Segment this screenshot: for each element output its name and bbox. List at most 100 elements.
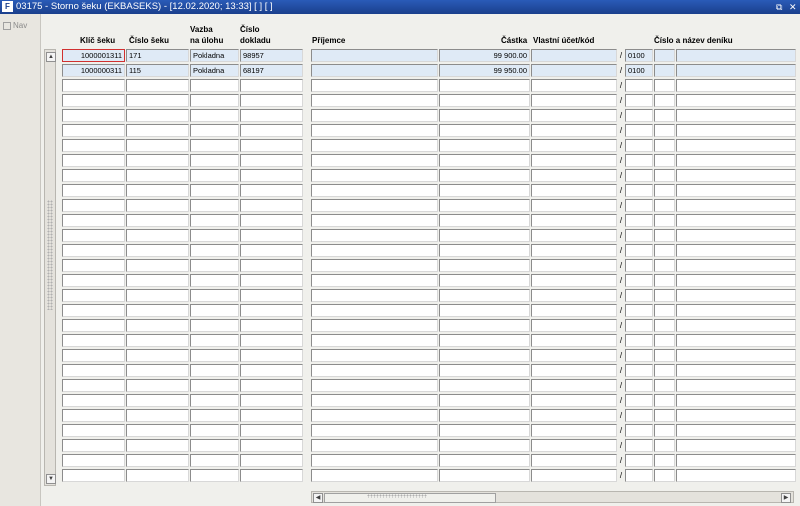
cell-vazba[interactable] xyxy=(190,199,239,212)
cell-klic-seku[interactable] xyxy=(62,79,125,92)
cell-cislo-seku[interactable] xyxy=(126,334,189,347)
cell-klic-seku[interactable] xyxy=(62,214,125,227)
cell-vazba[interactable] xyxy=(190,454,239,467)
cell-cislo-seku[interactable] xyxy=(126,409,189,422)
cell-vazba[interactable] xyxy=(190,409,239,422)
cell-cislo-seku[interactable] xyxy=(126,379,189,392)
cell-denik-nazev[interactable] xyxy=(676,439,796,452)
cell-klic-seku[interactable] xyxy=(62,454,125,467)
cell-vazba[interactable] xyxy=(190,229,239,242)
cell-prijemce[interactable] xyxy=(311,169,438,182)
cell-prijemce[interactable] xyxy=(311,454,438,467)
cell-vlastni-ucet[interactable] xyxy=(531,409,617,422)
cell-kod[interactable] xyxy=(625,79,653,92)
cell-castka[interactable] xyxy=(439,334,530,347)
cell-castka[interactable] xyxy=(439,409,530,422)
cell-cislo-seku[interactable] xyxy=(126,394,189,407)
cell-denik-nazev[interactable] xyxy=(676,49,796,62)
cell-klic-seku[interactable] xyxy=(62,229,125,242)
cell-cislo-seku[interactable] xyxy=(126,79,189,92)
cell-denik-cislo[interactable] xyxy=(654,379,675,392)
cell-prijemce[interactable] xyxy=(311,409,438,422)
cell-kod[interactable] xyxy=(625,94,653,107)
cell-denik-nazev[interactable] xyxy=(676,334,796,347)
cell-klic-seku[interactable] xyxy=(62,319,125,332)
cell-denik-nazev[interactable] xyxy=(676,139,796,152)
cell-cislo-seku[interactable] xyxy=(126,289,189,302)
cell-denik-cislo[interactable] xyxy=(654,109,675,122)
cell-vlastni-ucet[interactable] xyxy=(531,469,617,482)
cell-cislo-seku[interactable] xyxy=(126,469,189,482)
cell-cislo-seku[interactable]: 171 xyxy=(126,49,189,62)
cell-cislo-dokladu[interactable] xyxy=(240,154,303,167)
cell-vlastni-ucet[interactable] xyxy=(531,394,617,407)
cell-castka[interactable] xyxy=(439,379,530,392)
cell-vlastni-ucet[interactable] xyxy=(531,214,617,227)
cell-cislo-dokladu[interactable] xyxy=(240,364,303,377)
cell-vlastni-ucet[interactable] xyxy=(531,169,617,182)
cell-kod[interactable] xyxy=(625,304,653,317)
cell-cislo-seku[interactable] xyxy=(126,229,189,242)
cell-cislo-seku[interactable] xyxy=(126,169,189,182)
cell-cislo-dokladu[interactable] xyxy=(240,199,303,212)
cell-kod[interactable] xyxy=(625,379,653,392)
scroll-left-icon[interactable]: ◀ xyxy=(313,493,323,503)
cell-cislo-dokladu[interactable] xyxy=(240,454,303,467)
close-icon[interactable]: ✕ xyxy=(789,1,797,13)
cell-kod[interactable] xyxy=(625,454,653,467)
nav-button[interactable]: Nav xyxy=(3,21,27,30)
cell-denik-cislo[interactable] xyxy=(654,214,675,227)
cell-denik-cislo[interactable] xyxy=(654,229,675,242)
cell-denik-nazev[interactable] xyxy=(676,79,796,92)
cell-vazba[interactable] xyxy=(190,94,239,107)
cell-vlastni-ucet[interactable] xyxy=(531,64,617,77)
cell-cislo-dokladu[interactable] xyxy=(240,229,303,242)
cell-castka[interactable] xyxy=(439,229,530,242)
cell-denik-cislo[interactable] xyxy=(654,409,675,422)
cell-vlastni-ucet[interactable] xyxy=(531,79,617,92)
cell-prijemce[interactable] xyxy=(311,124,438,137)
cell-denik-cislo[interactable] xyxy=(654,154,675,167)
cell-vazba[interactable] xyxy=(190,169,239,182)
cell-denik-nazev[interactable] xyxy=(676,109,796,122)
cell-denik-cislo[interactable] xyxy=(654,79,675,92)
cell-vlastni-ucet[interactable] xyxy=(531,199,617,212)
cell-vazba[interactable] xyxy=(190,319,239,332)
cell-cislo-seku[interactable] xyxy=(126,454,189,467)
cell-vlastni-ucet[interactable] xyxy=(531,439,617,452)
cell-vazba[interactable] xyxy=(190,214,239,227)
cell-castka[interactable] xyxy=(439,154,530,167)
cell-klic-seku[interactable] xyxy=(62,334,125,347)
cell-prijemce[interactable] xyxy=(311,349,438,362)
cell-denik-nazev[interactable] xyxy=(676,364,796,377)
cell-kod[interactable] xyxy=(625,289,653,302)
cell-denik-cislo[interactable] xyxy=(654,169,675,182)
cell-denik-nazev[interactable] xyxy=(676,379,796,392)
cell-klic-seku[interactable] xyxy=(62,274,125,287)
cell-kod[interactable] xyxy=(625,469,653,482)
cell-denik-nazev[interactable] xyxy=(676,349,796,362)
cell-castka[interactable] xyxy=(439,289,530,302)
cell-castka[interactable] xyxy=(439,304,530,317)
cell-kod[interactable] xyxy=(625,274,653,287)
cell-cislo-seku[interactable]: 115 xyxy=(126,64,189,77)
cell-cislo-dokladu[interactable] xyxy=(240,79,303,92)
cell-prijemce[interactable] xyxy=(311,109,438,122)
cell-kod[interactable] xyxy=(625,154,653,167)
cell-vazba[interactable] xyxy=(190,274,239,287)
cell-prijemce[interactable] xyxy=(311,334,438,347)
cell-denik-nazev[interactable] xyxy=(676,169,796,182)
cell-vazba[interactable] xyxy=(190,394,239,407)
cell-denik-cislo[interactable] xyxy=(654,349,675,362)
cell-prijemce[interactable] xyxy=(311,469,438,482)
cell-denik-cislo[interactable] xyxy=(654,124,675,137)
cell-cislo-dokladu[interactable] xyxy=(240,409,303,422)
cell-cislo-dokladu[interactable] xyxy=(240,169,303,182)
cell-castka[interactable] xyxy=(439,109,530,122)
cell-denik-cislo[interactable] xyxy=(654,469,675,482)
cell-klic-seku[interactable] xyxy=(62,289,125,302)
cell-castka[interactable] xyxy=(439,199,530,212)
cell-cislo-dokladu[interactable] xyxy=(240,259,303,272)
cell-vazba[interactable] xyxy=(190,469,239,482)
cell-cislo-dokladu[interactable] xyxy=(240,394,303,407)
